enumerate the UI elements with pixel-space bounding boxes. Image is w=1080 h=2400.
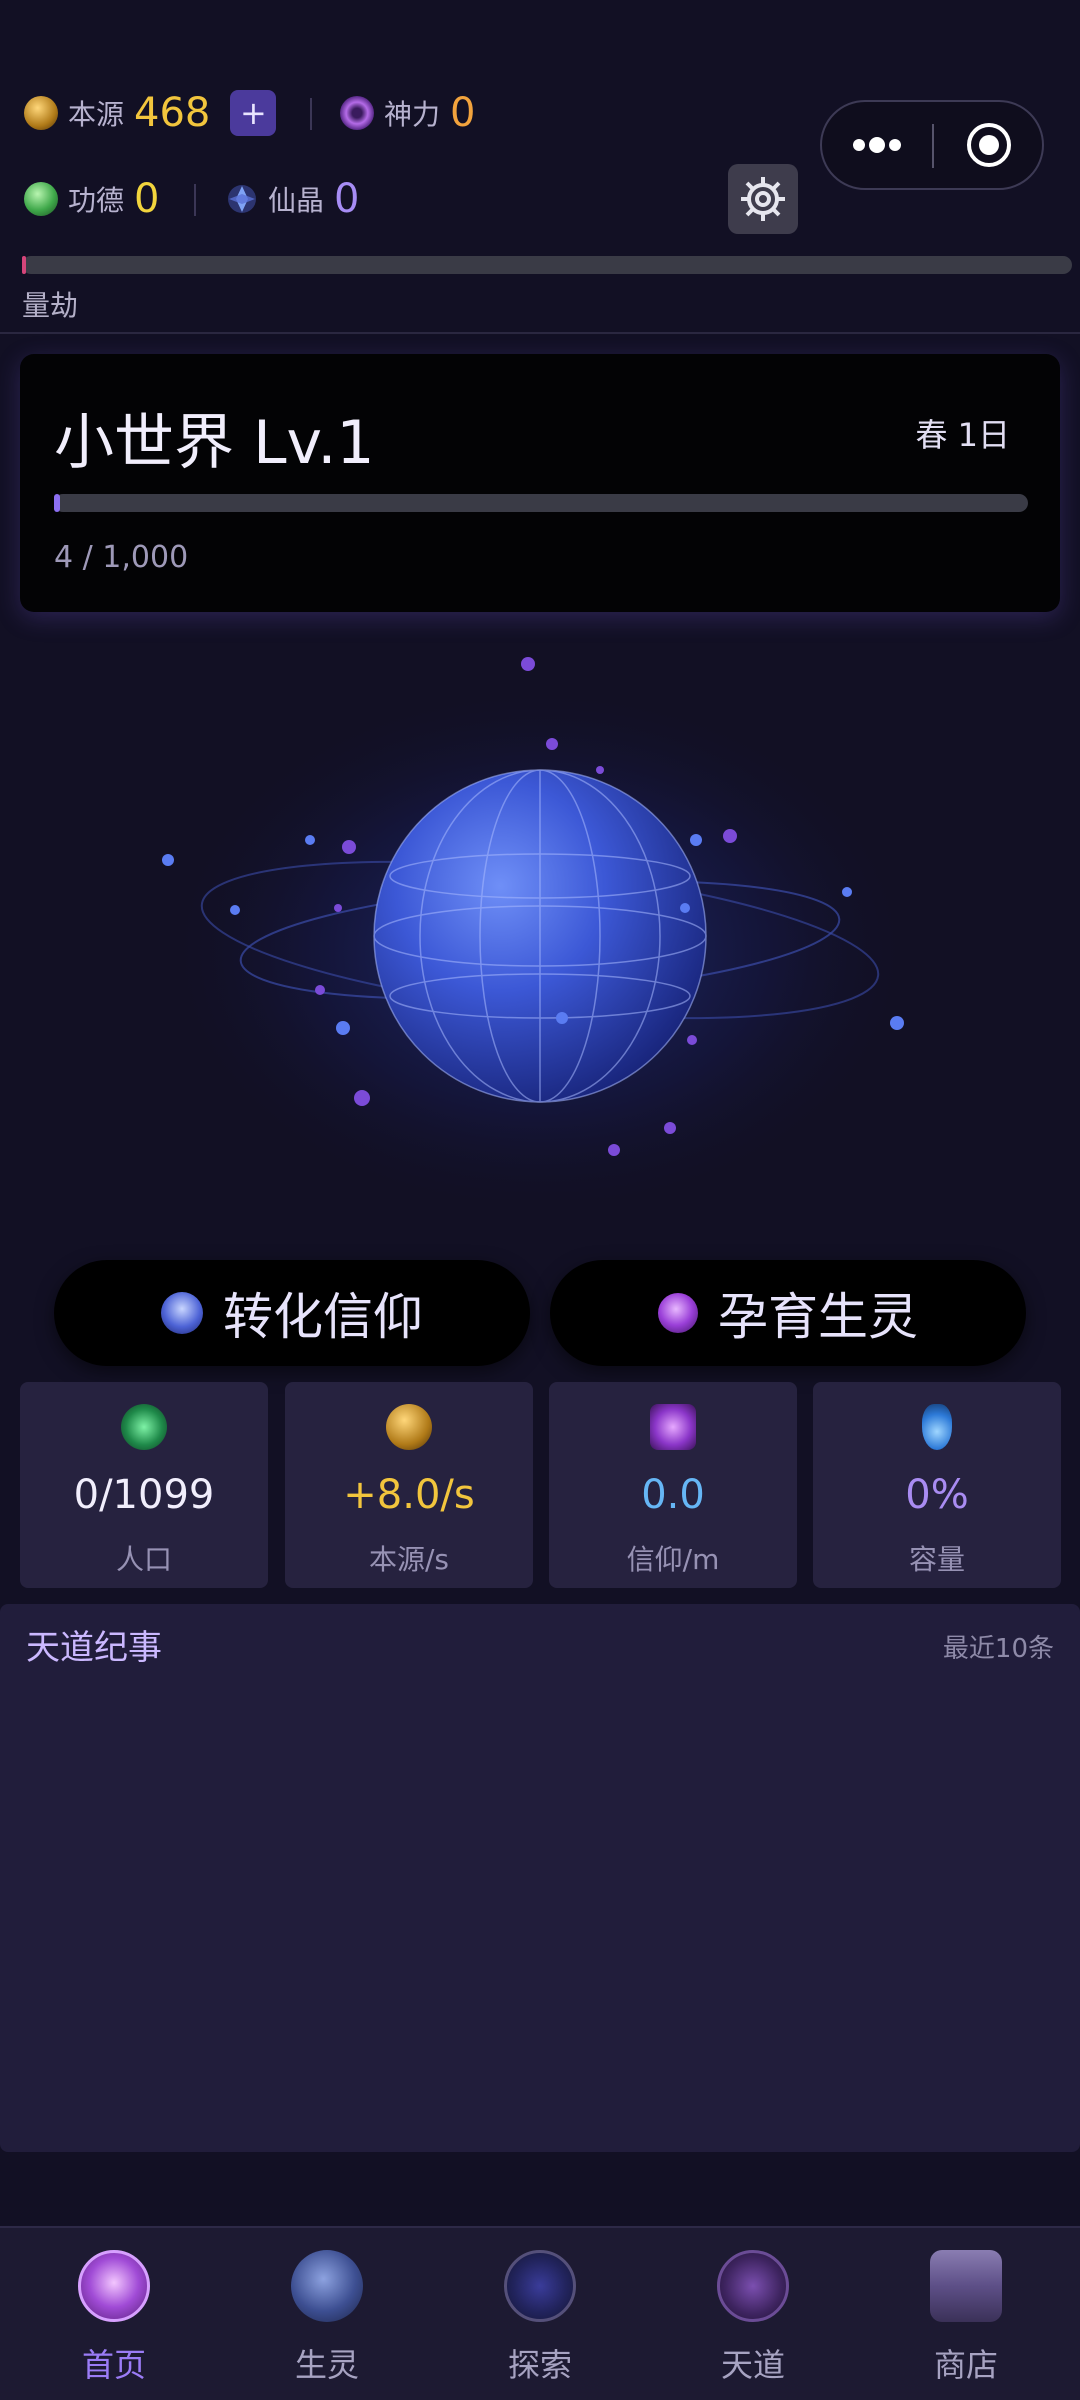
nav-label: 天道 <box>720 2346 785 2384</box>
divine-power-icon <box>340 96 374 130</box>
header-divider <box>0 332 1080 334</box>
miniprogram-capsule <box>820 100 1044 190</box>
stat-label: 本源/s <box>368 1543 450 1576</box>
resource-shenli: 神力 0 <box>340 90 475 136</box>
world-globe-illustration[interactable] <box>140 640 940 1200</box>
population-icon <box>121 1404 167 1450</box>
breed-beings-button[interactable]: 孕育生灵 <box>550 1260 1026 1366</box>
convert-faith-button[interactable]: 转化信仰 <box>54 1260 530 1366</box>
benyuan-value: 468 <box>134 90 211 136</box>
stat-label: 容量 <box>908 1543 965 1576</box>
faith-orb-icon <box>161 1292 203 1334</box>
stat-value: 0% <box>905 1472 969 1518</box>
season-day: 春 1日 <box>915 416 1010 454</box>
benyuan-label: 本源 <box>68 98 125 131</box>
stat-value: 0.0 <box>641 1472 705 1518</box>
treasure-chest-icon <box>930 2250 1002 2322</box>
calamity-label: 量劫 <box>22 289 79 322</box>
annals-title: 天道纪事 <box>26 1628 162 1668</box>
nav-label: 首页 <box>81 2346 146 2384</box>
close-miniprogram-button[interactable] <box>934 102 1044 188</box>
stat-label: 信仰/m <box>626 1543 720 1576</box>
stat-card-population: 0/1099 人口 <box>20 1382 268 1588</box>
immortal-crystal-icon <box>226 183 258 215</box>
nav-heaven[interactable]: 天道 <box>673 2250 833 2386</box>
world-exp-bar <box>54 494 1028 512</box>
dragon-icon <box>291 2250 363 2322</box>
nav-shop[interactable]: 商店 <box>886 2250 1046 2386</box>
home-temple-icon <box>78 2250 150 2322</box>
xianjing-label: 仙晶 <box>268 184 325 217</box>
nav-label: 探索 <box>507 2346 572 2384</box>
stat-label: 人口 <box>115 1543 172 1576</box>
more-menu-button[interactable] <box>822 102 932 188</box>
stat-value: +8.0/s <box>343 1472 475 1518</box>
resource-benyuan: 本源 468 + <box>24 90 277 136</box>
world-title: 小世界 Lv.1 <box>54 408 375 478</box>
yin-yang-icon <box>717 2250 789 2322</box>
faith-rate-icon <box>650 1404 696 1450</box>
bottom-nav: 首页 生灵 探索 天道 商店 <box>0 2226 1080 2400</box>
spirit-orb-icon <box>658 1293 698 1333</box>
shenli-value: 0 <box>450 90 476 136</box>
capacity-icon <box>922 1404 952 1450</box>
nav-beings[interactable]: 生灵 <box>247 2250 407 2386</box>
breed-beings-label: 孕育生灵 <box>718 1288 918 1346</box>
target-circle-icon <box>967 123 1011 167</box>
merit-orb-icon <box>24 182 58 216</box>
world-card[interactable]: 小世界 Lv.1 春 1日 4 / 1,000 <box>20 354 1060 612</box>
nav-label: 生灵 <box>294 2346 359 2384</box>
nav-label: 商店 <box>933 2346 998 2384</box>
nav-explore[interactable]: 探索 <box>460 2250 620 2386</box>
resource-xianjing: 仙晶 0 <box>226 176 359 222</box>
world-exp-text: 4 / 1,000 <box>54 540 189 575</box>
origin-coin-icon <box>24 96 58 130</box>
nav-home[interactable]: 首页 <box>34 2250 194 2386</box>
settings-button[interactable] <box>728 164 798 234</box>
annals-panel: 天道纪事 最近10条 <box>0 1604 1080 2152</box>
shenli-label: 神力 <box>384 98 441 131</box>
gongde-value: 0 <box>134 176 160 222</box>
gongde-label: 功德 <box>68 184 125 217</box>
stat-card-capacity: 0% 容量 <box>813 1382 1061 1588</box>
calamity-progress-bar <box>22 256 1072 274</box>
xianjing-value: 0 <box>334 176 360 222</box>
origin-rate-icon <box>386 1404 432 1450</box>
calamity-progress-fill <box>22 256 26 274</box>
stat-card-faith-rate: 0.0 信仰/m <box>549 1382 797 1588</box>
convert-faith-label: 转化信仰 <box>223 1288 423 1346</box>
add-benyuan-button[interactable]: + <box>230 90 277 136</box>
gear-icon <box>741 177 785 221</box>
resource-gongde: 功德 0 <box>24 176 159 222</box>
divider <box>310 98 312 130</box>
stat-card-origin-rate: +8.0/s 本源/s <box>285 1382 533 1588</box>
annals-meta: 最近10条 <box>942 1634 1054 1664</box>
divider <box>194 184 196 216</box>
world-exp-fill <box>54 494 60 512</box>
compass-icon <box>504 2250 576 2322</box>
more-dots-icon <box>853 137 901 153</box>
stat-value: 0/1099 <box>73 1472 215 1518</box>
